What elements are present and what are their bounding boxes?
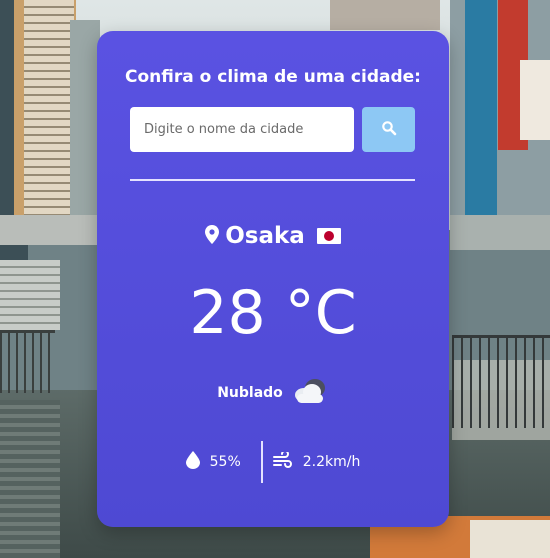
wind-icon xyxy=(272,450,293,472)
search-heading: Confira o clima de uma cidade: xyxy=(125,67,421,87)
wind-stat: 2.2km/h xyxy=(263,450,361,472)
cloud-icon xyxy=(291,377,329,409)
weather-condition: Nublado xyxy=(217,385,283,401)
wind-value: 2.2km/h xyxy=(302,454,361,470)
location-pin-icon xyxy=(205,224,220,248)
search-button[interactable] xyxy=(362,107,415,152)
humidity-stat: 55% xyxy=(185,451,261,473)
divider xyxy=(130,179,415,181)
city-row: Osaka xyxy=(97,221,449,251)
humidity-drop-icon xyxy=(185,451,200,473)
flag-japan-icon xyxy=(316,228,341,244)
city-search-input[interactable] xyxy=(130,107,354,152)
search-icon xyxy=(381,120,397,139)
weather-card: Confira o clima de uma cidade: Osaka 28 … xyxy=(97,31,449,527)
weather-stats: 55% 2.2km/h xyxy=(97,441,449,483)
city-name: Osaka xyxy=(225,223,305,249)
humidity-value: 55% xyxy=(209,454,241,470)
temperature: 28 °C xyxy=(189,278,357,348)
condition-row: Nublado xyxy=(97,378,449,408)
